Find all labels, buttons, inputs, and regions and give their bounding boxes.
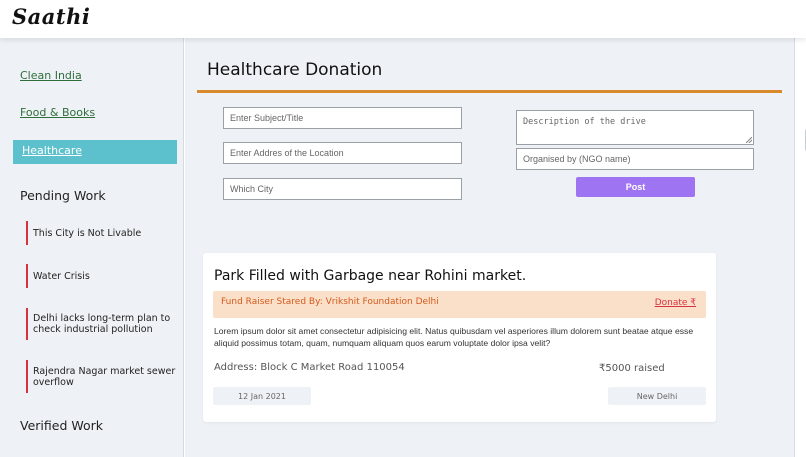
- pending-item[interactable]: Water Crisis: [26, 264, 176, 288]
- pending-item[interactable]: Delhi lacks long-term plan to check indu…: [26, 308, 176, 340]
- card-description: Lorem ipsum dolor sit amet consectetur a…: [214, 326, 694, 348]
- donate-link[interactable]: Donate ₹: [655, 298, 696, 308]
- location-input[interactable]: Enter Addres of the Location: [223, 142, 462, 164]
- fund-raiser-text: Fund Raiser Stared By: Vrikshit Foundati…: [221, 297, 439, 307]
- date-chip: 12 Jan 2021: [213, 387, 311, 405]
- subject-input[interactable]: Enter Subject/Title: [223, 107, 462, 129]
- post-button[interactable]: Post: [576, 177, 695, 197]
- amount-raised: ₹5000 raised: [599, 363, 665, 374]
- description-textarea[interactable]: Description of the drive: [516, 110, 754, 145]
- pending-item[interactable]: This City is Not Livable: [26, 221, 176, 245]
- city-chip: New Delhi: [608, 387, 706, 405]
- page-title: Healthcare Donation: [207, 60, 383, 80]
- description-placeholder: Description of the drive: [523, 117, 646, 127]
- card-address: Address: Block C Market Road 110054: [214, 362, 405, 373]
- sidebar-item-healthcare[interactable]: Healthcare: [13, 140, 177, 164]
- sidebar-item-clean-india[interactable]: Clean India: [20, 69, 82, 82]
- top-bar: Saathi: [0, 0, 806, 38]
- card-title: Park Filled with Garbage near Rohini mar…: [214, 268, 527, 284]
- resize-handle-icon[interactable]: [746, 137, 752, 143]
- verified-work-heading: Verified Work: [20, 418, 104, 433]
- main-content: Healthcare Donation Enter Subject/Title …: [185, 38, 794, 457]
- sidebar-item-label[interactable]: Healthcare: [22, 144, 82, 157]
- city-input[interactable]: Which City: [223, 178, 462, 200]
- right-panel-edge: [794, 38, 806, 457]
- donation-card: Park Filled with Garbage near Rohini mar…: [203, 253, 716, 422]
- app-logo[interactable]: Saathi: [12, 4, 90, 29]
- pending-work-heading: Pending Work: [20, 188, 106, 203]
- fund-raiser-banner: Fund Raiser Stared By: Vrikshit Foundati…: [213, 291, 706, 318]
- sidebar: Clean India Food & Books Healthcare Pend…: [0, 38, 184, 457]
- title-divider: [197, 90, 782, 93]
- pending-item[interactable]: Rajendra Nagar market sewer overflow: [26, 360, 176, 393]
- organiser-input[interactable]: Organised by (NGO name): [516, 148, 754, 170]
- sidebar-item-food-books[interactable]: Food & Books: [20, 106, 95, 119]
